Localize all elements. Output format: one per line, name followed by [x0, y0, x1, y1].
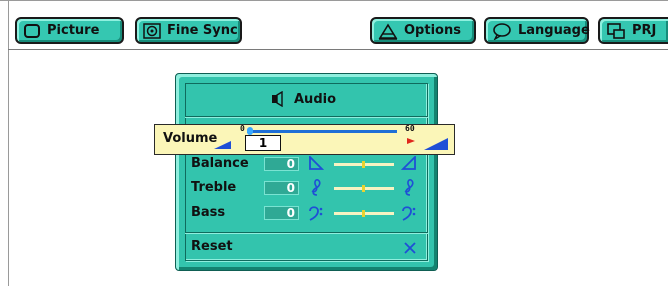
speech-bubble-icon: [493, 22, 511, 40]
audio-title: Audio: [270, 91, 336, 107]
window-top-border: [0, 0, 668, 1]
options-menu-label: Options: [404, 23, 461, 38]
audio-panel-inner: [185, 83, 428, 261]
balance-value[interactable]: 0: [264, 157, 299, 171]
options-menu-button[interactable]: Options: [370, 17, 476, 44]
bass-slider-indicator: [362, 210, 365, 217]
picture-menu-label: Picture: [47, 23, 100, 38]
volume-row[interactable]: Volume 0 60 1: [154, 124, 455, 155]
volume-label: Volume: [163, 131, 218, 146]
prj-menu-button[interactable]: PRJ: [598, 17, 668, 44]
menu-bar-divider: [8, 49, 668, 50]
balance-right-icon: [401, 156, 416, 170]
treble-slider-indicator: [362, 185, 365, 192]
treble-value[interactable]: 0: [264, 181, 299, 195]
reset-separator: [185, 232, 428, 233]
bass-clef-high-icon: [402, 206, 416, 221]
treble-clef-high-icon: [404, 179, 414, 196]
volume-max-label: 60: [405, 124, 415, 133]
fine-sync-menu-label: Fine Sync: [167, 23, 238, 38]
bass-value[interactable]: 0: [264, 206, 299, 220]
bass-clef-low-icon: [309, 206, 323, 221]
bass-label: Bass: [191, 205, 226, 220]
red-arrow-icon: [407, 138, 415, 144]
options-icon: [378, 22, 398, 40]
picture-icon: [24, 23, 40, 38]
volume-low-icon: [214, 141, 231, 149]
language-menu-button[interactable]: Language: [484, 17, 590, 44]
balance-left-icon: [309, 156, 324, 170]
x-icon[interactable]: [404, 242, 416, 254]
volume-min-label: 0: [240, 124, 245, 133]
audio-title-label: Audio: [294, 91, 337, 107]
fine-sync-menu-button[interactable]: Fine Sync: [135, 17, 242, 44]
treble-clef-low-icon: [311, 179, 321, 196]
projector-icon: [607, 22, 625, 39]
window-left-border: [8, 1, 9, 286]
reset-label[interactable]: Reset: [191, 239, 233, 254]
balance-label: Balance: [191, 156, 249, 171]
volume-value-box[interactable]: 1: [245, 135, 281, 151]
prj-menu-label: PRJ: [632, 23, 657, 38]
balance-slider-indicator: [362, 161, 365, 168]
treble-label: Treble: [191, 180, 237, 195]
title-separator: [185, 116, 428, 117]
volume-slider-thumb[interactable]: [247, 127, 253, 135]
fine-sync-icon: [143, 22, 161, 39]
language-menu-label: Language: [518, 23, 590, 38]
volume-high-icon: [424, 138, 448, 150]
speaker-icon: [272, 91, 283, 107]
volume-slider-track[interactable]: [247, 130, 397, 133]
picture-menu-button[interactable]: Picture: [15, 17, 124, 44]
